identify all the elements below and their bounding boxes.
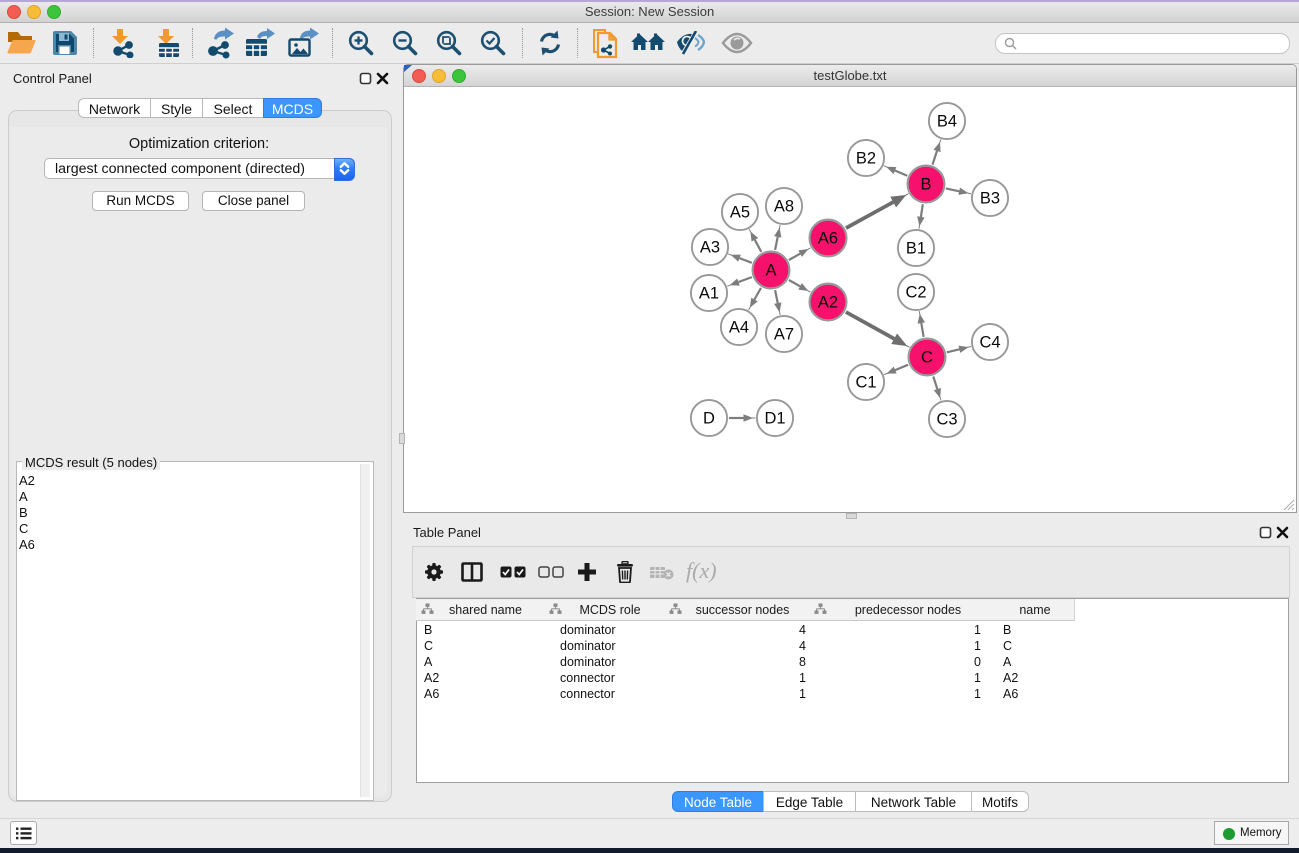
svg-text:A6: A6 xyxy=(818,230,838,248)
svg-text:A: A xyxy=(765,262,776,280)
svg-text:B: B xyxy=(920,176,931,194)
svg-text:A4: A4 xyxy=(729,319,749,337)
svg-text:A3: A3 xyxy=(700,239,720,257)
svg-text:D1: D1 xyxy=(764,410,785,428)
svg-text:A1: A1 xyxy=(699,285,719,303)
svg-text:C4: C4 xyxy=(979,334,1000,352)
svg-text:D: D xyxy=(703,410,715,428)
svg-text:A5: A5 xyxy=(730,204,750,222)
svg-text:B1: B1 xyxy=(906,240,926,258)
svg-text:C3: C3 xyxy=(936,411,957,429)
svg-text:A7: A7 xyxy=(774,326,794,344)
svg-text:B2: B2 xyxy=(856,150,876,168)
svg-text:A2: A2 xyxy=(818,294,838,312)
svg-text:C2: C2 xyxy=(905,284,926,302)
svg-text:C: C xyxy=(921,349,933,367)
svg-text:A8: A8 xyxy=(774,198,794,216)
svg-text:C1: C1 xyxy=(855,374,876,392)
svg-text:B4: B4 xyxy=(937,113,957,131)
svg-text:B3: B3 xyxy=(980,190,1000,208)
